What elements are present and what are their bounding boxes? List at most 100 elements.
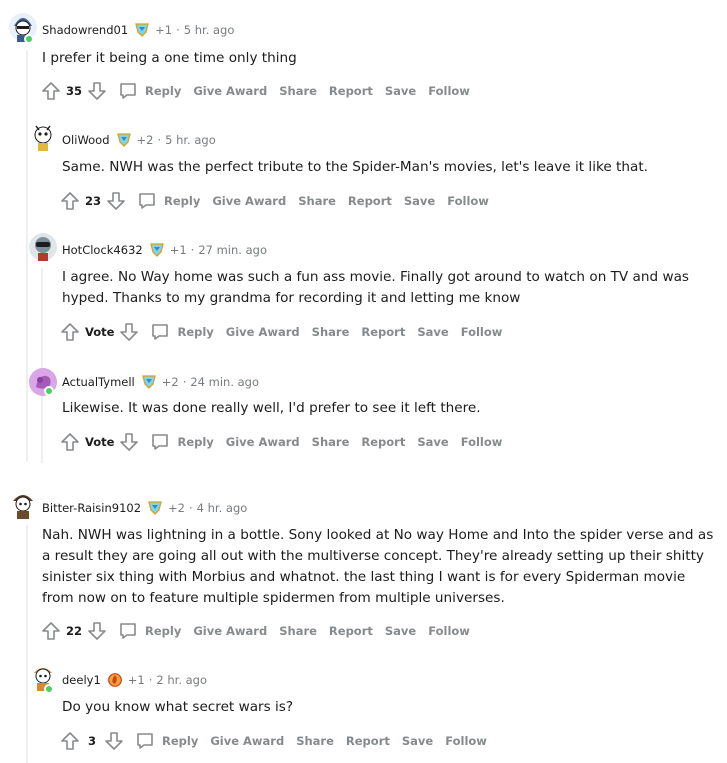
share-button[interactable]: Share [312, 325, 350, 339]
report-button[interactable]: Report [361, 435, 405, 449]
thread-line[interactable] [41, 268, 43, 463]
save-button[interactable]: Save [385, 624, 416, 638]
save-button[interactable]: Save [417, 325, 448, 339]
username[interactable]: deely1 [62, 673, 101, 687]
avatar[interactable] [8, 489, 38, 519]
reply-button[interactable]: Reply [137, 191, 200, 211]
give-award-button[interactable]: Give Award [226, 435, 300, 449]
username[interactable]: HotClock4632 [62, 243, 143, 257]
save-button[interactable]: Save [402, 734, 433, 748]
downvote-button[interactable] [105, 190, 127, 212]
downvote-icon [107, 192, 125, 210]
helpful-award-icon[interactable] [141, 375, 157, 389]
share-button[interactable]: Share [296, 734, 334, 748]
downvote-icon [88, 82, 106, 100]
give-award-button[interactable]: Give Award [226, 325, 300, 339]
comment-icon [137, 733, 153, 749]
separator: · [176, 23, 180, 37]
upvote-button[interactable] [40, 80, 62, 102]
reply-button[interactable]: Reply [118, 621, 181, 641]
timestamp[interactable]: 27 min. ago [198, 243, 267, 257]
comment-icon [152, 324, 169, 340]
downvote-icon [88, 622, 106, 640]
timestamp[interactable]: 4 hr. ago [197, 501, 248, 515]
timestamp[interactable]: 5 hr. ago [184, 23, 235, 37]
reply-button[interactable]: Reply [150, 322, 214, 342]
report-button[interactable]: Report [329, 84, 373, 98]
give-award-button[interactable]: Give Award [193, 624, 267, 638]
separator: · [148, 673, 153, 687]
upvote-button[interactable] [59, 190, 81, 212]
downvote-button[interactable] [86, 620, 108, 642]
comment-body: Likewise. It was done really well, I'd p… [62, 400, 481, 416]
vote-score: 35 [66, 84, 83, 98]
comment-body: I agree. No Way home was such a fun ass … [62, 269, 689, 306]
give-award-button[interactable]: Give Award [212, 194, 286, 208]
vote-score: 23 [85, 194, 102, 208]
upvote-button[interactable] [40, 620, 62, 642]
upvote-button[interactable] [59, 321, 81, 343]
avatar[interactable] [28, 232, 58, 262]
upvote-icon [61, 433, 79, 451]
username[interactable]: ActualTymell [62, 375, 135, 389]
save-button[interactable]: Save [385, 84, 416, 98]
share-button[interactable]: Share [298, 194, 336, 208]
award-count: +1 [169, 243, 187, 257]
reply-button[interactable]: Reply [150, 432, 214, 452]
username[interactable]: OliWood [62, 133, 110, 147]
comment-body: Nah. NWH was lightning in a bottle. Sony… [42, 527, 714, 606]
give-award-button[interactable]: Give Award [210, 734, 284, 748]
follow-button[interactable]: Follow [461, 325, 503, 339]
report-button[interactable]: Report [348, 194, 392, 208]
downvote-button[interactable] [103, 730, 125, 752]
fire-award-icon[interactable] [107, 673, 123, 687]
report-button[interactable]: Report [329, 624, 373, 638]
timestamp[interactable]: 2 hr. ago [156, 673, 207, 687]
username[interactable]: Bitter-Raisin9102 [42, 501, 141, 515]
avatar[interactable] [28, 122, 58, 152]
helpful-award-icon[interactable] [116, 133, 132, 147]
online-indicator [44, 684, 54, 694]
save-button[interactable]: Save [404, 194, 435, 208]
follow-button[interactable]: Follow [428, 84, 470, 98]
thread-line[interactable] [26, 525, 28, 763]
follow-button[interactable]: Follow [447, 194, 489, 208]
username[interactable]: Shadowrend01 [42, 23, 128, 37]
follow-button[interactable]: Follow [428, 624, 470, 638]
downvote-icon [105, 732, 123, 750]
comment-icon [120, 623, 136, 639]
comment-icon [152, 434, 169, 450]
reply-label: Reply [145, 84, 182, 98]
share-button[interactable]: Share [279, 624, 317, 638]
comment-body: Same. NWH was the perfect tribute to the… [62, 159, 648, 175]
helpful-award-icon[interactable] [134, 23, 150, 37]
report-button[interactable]: Report [346, 734, 390, 748]
downvote-button[interactable] [118, 431, 140, 453]
reply-button[interactable]: Reply [135, 731, 198, 751]
reply-button[interactable]: Reply [118, 81, 181, 101]
follow-button[interactable]: Follow [461, 435, 503, 449]
share-button[interactable]: Share [312, 435, 350, 449]
timestamp[interactable]: 24 min. ago [190, 375, 259, 389]
downvote-button[interactable] [86, 80, 108, 102]
report-button[interactable]: Report [361, 325, 405, 339]
upvote-icon [42, 622, 60, 640]
downvote-button[interactable] [118, 321, 140, 343]
timestamp[interactable]: 5 hr. ago [165, 133, 216, 147]
give-award-button[interactable]: Give Award [193, 84, 267, 98]
upvote-button[interactable] [59, 730, 81, 752]
helpful-award-icon[interactable] [147, 501, 163, 515]
separator: · [182, 375, 187, 389]
save-button[interactable]: Save [417, 435, 448, 449]
share-button[interactable]: Share [279, 84, 317, 98]
upvote-button[interactable] [59, 431, 81, 453]
upvote-icon [61, 732, 79, 750]
follow-button[interactable]: Follow [445, 734, 487, 748]
award-count: +2 [161, 375, 179, 389]
vote-score: 22 [66, 624, 83, 638]
award-count: +2 [168, 501, 185, 515]
separator: · [157, 133, 162, 147]
helpful-award-icon[interactable] [149, 243, 165, 257]
upvote-icon [61, 323, 79, 341]
award-count: +1 [155, 23, 173, 37]
